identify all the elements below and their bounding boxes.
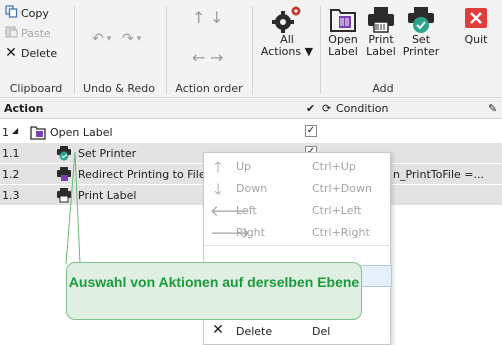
annotation-callout: Auswahl von Aktionen auf derselben Ebene: [66, 262, 362, 320]
